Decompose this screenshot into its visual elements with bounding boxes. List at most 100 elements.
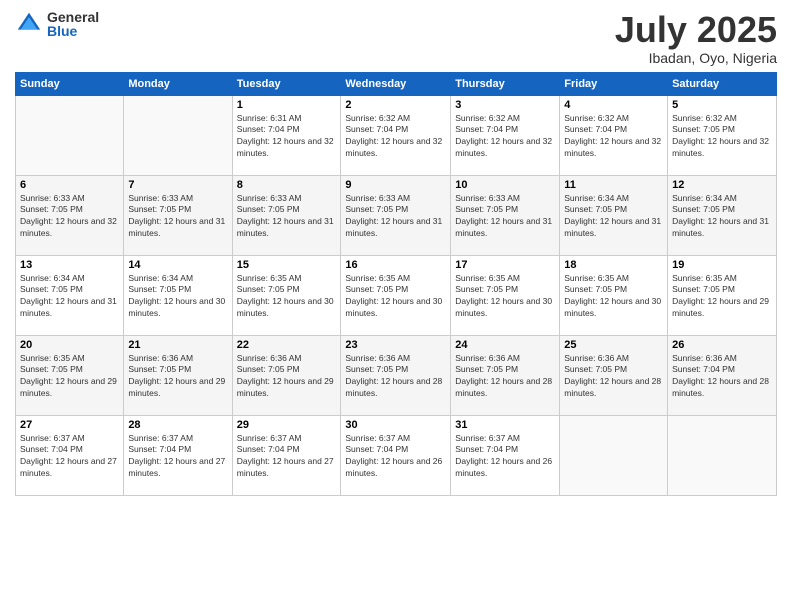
- calendar-cell: 13 Sunrise: 6:34 AM Sunset: 7:05 PM Dayli…: [16, 255, 124, 335]
- day-number: 26: [672, 339, 772, 351]
- day-info: Sunrise: 6:35 AM Sunset: 7:05 PM Dayligh…: [20, 353, 119, 401]
- calendar-week-2: 6 Sunrise: 6:33 AM Sunset: 7:05 PM Daylig…: [16, 175, 777, 255]
- day-number: 8: [237, 179, 337, 191]
- col-saturday: Saturday: [668, 72, 777, 95]
- day-number: 11: [564, 179, 663, 191]
- day-info: Sunrise: 6:31 AM Sunset: 7:04 PM Dayligh…: [237, 113, 337, 161]
- calendar-cell: 23 Sunrise: 6:36 AM Sunset: 7:05 PM Dayli…: [341, 335, 451, 415]
- calendar-cell: 26 Sunrise: 6:36 AM Sunset: 7:04 PM Dayli…: [668, 335, 777, 415]
- day-info: Sunrise: 6:35 AM Sunset: 7:05 PM Dayligh…: [455, 273, 555, 321]
- day-number: 20: [20, 339, 119, 351]
- calendar-cell: [16, 95, 124, 175]
- col-wednesday: Wednesday: [341, 72, 451, 95]
- calendar-cell: 24Sunrise: 6:36 AM Sunset: 7:05 PM Dayli…: [451, 335, 560, 415]
- calendar-cell: 10 Sunrise: 6:33 AM Sunset: 7:05 PM Dayli…: [451, 175, 560, 255]
- col-tuesday: Tuesday: [232, 72, 341, 95]
- logo-text: General Blue: [47, 10, 99, 38]
- calendar-cell: 18 Sunrise: 6:35 AM Sunset: 7:05 PM Dayli…: [560, 255, 668, 335]
- day-info: Sunrise: 6:33 AM Sunset: 7:05 PM Dayligh…: [455, 193, 555, 241]
- day-number: 21: [128, 339, 227, 351]
- day-info: Sunrise: 6:34 AM Sunset: 7:05 PM Dayligh…: [672, 193, 772, 241]
- calendar-cell: 16 Sunrise: 6:35 AM Sunset: 7:05 PM Dayli…: [341, 255, 451, 335]
- logo: General Blue: [15, 10, 99, 38]
- day-info: Sunrise: 6:32 AM Sunset: 7:05 PM Dayligh…: [672, 113, 772, 161]
- logo-blue: Blue: [47, 24, 99, 38]
- day-info: Sunrise: 6:33 AM Sunset: 7:05 PM Dayligh…: [20, 193, 119, 241]
- day-number: 16: [345, 259, 446, 271]
- calendar-cell: 29 Sunrise: 6:37 AM Sunset: 7:04 PM Dayli…: [232, 415, 341, 495]
- day-number: 5: [672, 99, 772, 111]
- page-container: General Blue July 2025 Ibadan, Oyo, Nige…: [0, 0, 792, 506]
- day-info: Sunrise: 6:36 AM Sunset: 7:05 PM Dayligh…: [237, 353, 337, 401]
- calendar: Sunday Monday Tuesday Wednesday Thursday…: [15, 72, 777, 496]
- calendar-week-3: 13 Sunrise: 6:34 AM Sunset: 7:05 PM Dayli…: [16, 255, 777, 335]
- day-info: Sunrise: 6:34 AM Sunset: 7:05 PM Dayligh…: [20, 273, 119, 321]
- calendar-cell: 30Sunrise: 6:37 AM Sunset: 7:04 PM Dayli…: [341, 415, 451, 495]
- day-number: 19: [672, 259, 772, 271]
- calendar-cell: 27 Sunrise: 6:37 AM Sunset: 7:04 PM Dayli…: [16, 415, 124, 495]
- day-info: Sunrise: 6:33 AM Sunset: 7:05 PM Dayligh…: [345, 193, 446, 241]
- calendar-cell: 31 Sunrise: 6:37 AM Sunset: 7:04 PM Dayli…: [451, 415, 560, 495]
- day-info: Sunrise: 6:32 AM Sunset: 7:04 PM Dayligh…: [345, 113, 446, 161]
- calendar-cell: 15 Sunrise: 6:35 AM Sunset: 7:05 PM Dayli…: [232, 255, 341, 335]
- day-number: 3: [455, 99, 555, 111]
- calendar-week-5: 27 Sunrise: 6:37 AM Sunset: 7:04 PM Dayli…: [16, 415, 777, 495]
- day-number: 14: [128, 259, 227, 271]
- day-info: Sunrise: 6:34 AM Sunset: 7:05 PM Dayligh…: [128, 273, 227, 321]
- day-number: 17: [455, 259, 555, 271]
- day-info: Sunrise: 6:35 AM Sunset: 7:05 PM Dayligh…: [237, 273, 337, 321]
- day-info: Sunrise: 6:33 AM Sunset: 7:05 PM Dayligh…: [128, 193, 227, 241]
- day-number: 15: [237, 259, 337, 271]
- day-info: Sunrise: 6:32 AM Sunset: 7:04 PM Dayligh…: [564, 113, 663, 161]
- calendar-week-1: 1 Sunrise: 6:31 AM Sunset: 7:04 PM Daylig…: [16, 95, 777, 175]
- calendar-cell: 12 Sunrise: 6:34 AM Sunset: 7:05 PM Dayli…: [668, 175, 777, 255]
- calendar-cell: 6 Sunrise: 6:33 AM Sunset: 7:05 PM Daylig…: [16, 175, 124, 255]
- title-block: July 2025 Ibadan, Oyo, Nigeria: [615, 10, 777, 66]
- day-number: 4: [564, 99, 663, 111]
- day-number: 7: [128, 179, 227, 191]
- day-number: 2: [345, 99, 446, 111]
- day-number: 1: [237, 99, 337, 111]
- day-info: Sunrise: 6:37 AM Sunset: 7:04 PM Dayligh…: [455, 433, 555, 481]
- calendar-cell: 2 Sunrise: 6:32 AM Sunset: 7:04 PM Daylig…: [341, 95, 451, 175]
- day-number: 9: [345, 179, 446, 191]
- day-info: Sunrise: 6:36 AM Sunset: 7:05 PM Dayligh…: [128, 353, 227, 401]
- day-info: Sunrise: 6:35 AM Sunset: 7:05 PM Dayligh…: [345, 273, 446, 321]
- calendar-cell: 5 Sunrise: 6:32 AM Sunset: 7:05 PM Daylig…: [668, 95, 777, 175]
- day-number: 31: [455, 419, 555, 431]
- day-info: Sunrise: 6:35 AM Sunset: 7:05 PM Dayligh…: [564, 273, 663, 321]
- col-sunday: Sunday: [16, 72, 124, 95]
- calendar-cell: 19 Sunrise: 6:35 AM Sunset: 7:05 PM Dayli…: [668, 255, 777, 335]
- day-number: 23: [345, 339, 446, 351]
- day-number: 12: [672, 179, 772, 191]
- calendar-cell: 7 Sunrise: 6:33 AM Sunset: 7:05 PM Daylig…: [124, 175, 232, 255]
- calendar-cell: [124, 95, 232, 175]
- day-number: 18: [564, 259, 663, 271]
- calendar-cell: 1 Sunrise: 6:31 AM Sunset: 7:04 PM Daylig…: [232, 95, 341, 175]
- day-number: 25: [564, 339, 663, 351]
- day-info: Sunrise: 6:34 AM Sunset: 7:05 PM Dayligh…: [564, 193, 663, 241]
- day-info: Sunrise: 6:37 AM Sunset: 7:04 PM Dayligh…: [237, 433, 337, 481]
- header: General Blue July 2025 Ibadan, Oyo, Nige…: [15, 10, 777, 66]
- calendar-cell: 28 Sunrise: 6:37 AM Sunset: 7:04 PM Dayli…: [124, 415, 232, 495]
- day-number: 28: [128, 419, 227, 431]
- day-number: 10: [455, 179, 555, 191]
- day-info: Sunrise: 6:37 AM Sunset: 7:04 PM Dayligh…: [128, 433, 227, 481]
- day-number: 13: [20, 259, 119, 271]
- calendar-cell: [560, 415, 668, 495]
- day-info: Sunrise: 6:35 AM Sunset: 7:05 PM Dayligh…: [672, 273, 772, 321]
- day-number: 27: [20, 419, 119, 431]
- col-monday: Monday: [124, 72, 232, 95]
- calendar-cell: 21 Sunrise: 6:36 AM Sunset: 7:05 PM Dayli…: [124, 335, 232, 415]
- calendar-cell: 22Sunrise: 6:36 AM Sunset: 7:05 PM Dayli…: [232, 335, 341, 415]
- day-number: 6: [20, 179, 119, 191]
- calendar-header-row: Sunday Monday Tuesday Wednesday Thursday…: [16, 72, 777, 95]
- day-info: Sunrise: 6:36 AM Sunset: 7:05 PM Dayligh…: [345, 353, 446, 401]
- location: Ibadan, Oyo, Nigeria: [615, 50, 777, 66]
- calendar-cell: 3Sunrise: 6:32 AM Sunset: 7:04 PM Daylig…: [451, 95, 560, 175]
- day-info: Sunrise: 6:37 AM Sunset: 7:04 PM Dayligh…: [20, 433, 119, 481]
- day-info: Sunrise: 6:36 AM Sunset: 7:04 PM Dayligh…: [672, 353, 772, 401]
- calendar-cell: 4 Sunrise: 6:32 AM Sunset: 7:04 PM Daylig…: [560, 95, 668, 175]
- col-thursday: Thursday: [451, 72, 560, 95]
- day-number: 29: [237, 419, 337, 431]
